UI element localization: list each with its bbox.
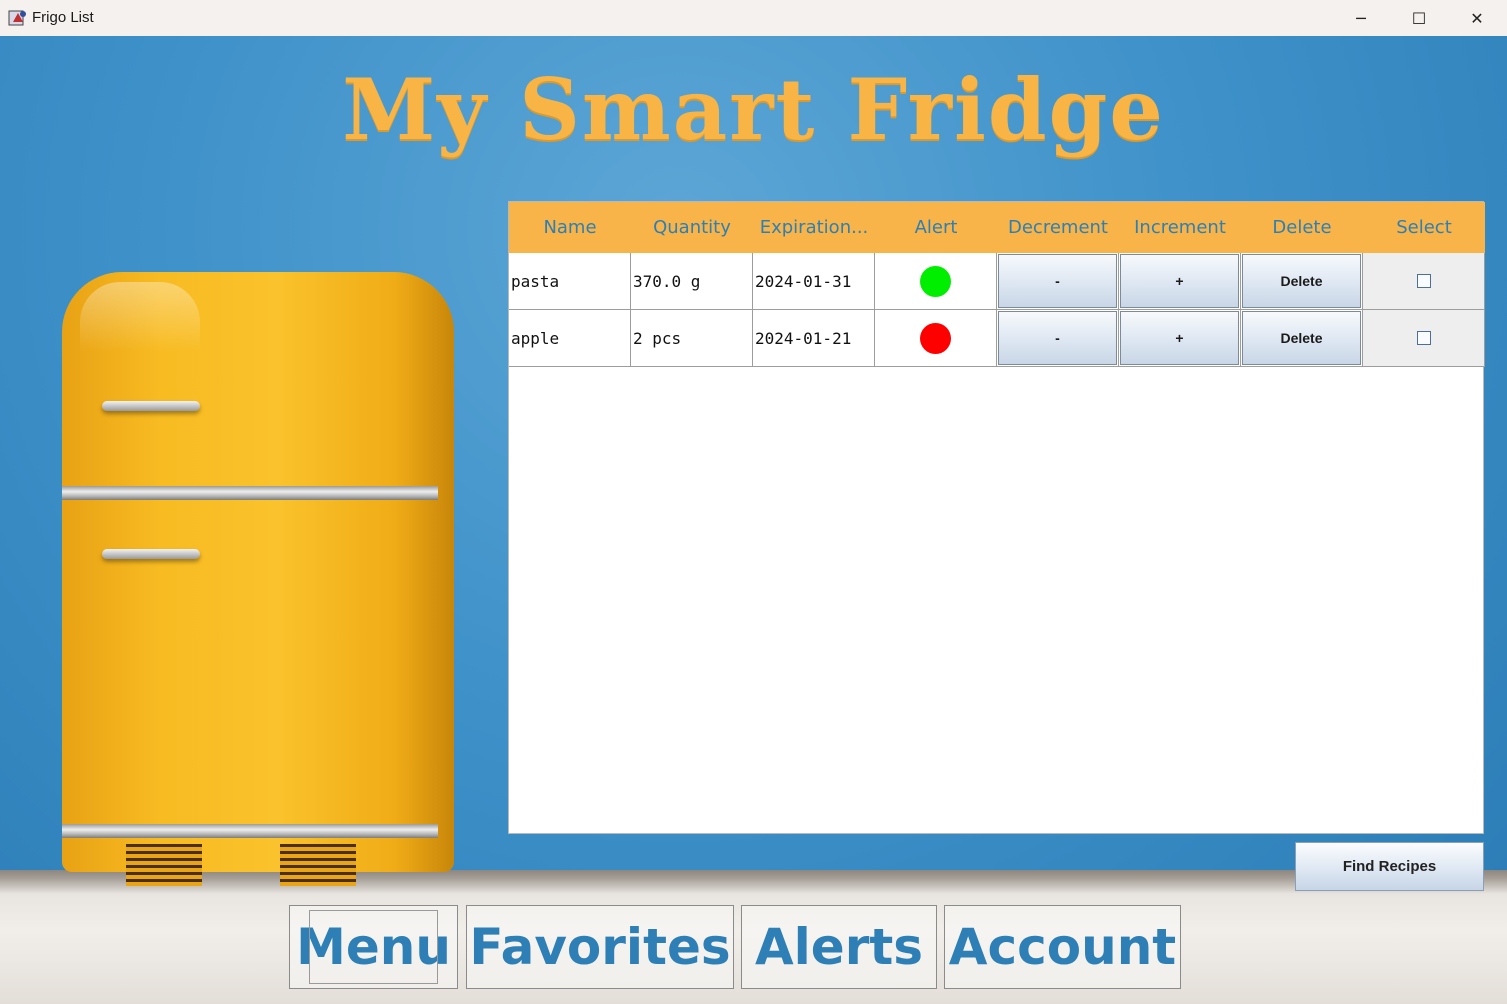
- column-header-decrement[interactable]: Decrement: [997, 202, 1119, 253]
- select-checkbox[interactable]: [1416, 274, 1431, 288]
- minimize-button[interactable]: ─: [1332, 0, 1390, 36]
- fridge-grille-left: [126, 844, 202, 886]
- item-quantity-cell[interactable]: 370.0 g: [631, 253, 753, 309]
- decrement-cell: -: [997, 253, 1119, 309]
- window-title-bar: Frigo List ─ ☐ ✕: [0, 0, 1507, 37]
- maximize-icon: ☐: [1411, 8, 1427, 28]
- column-header-name[interactable]: Name: [509, 202, 631, 253]
- alert-status-icon: [920, 322, 951, 354]
- find-recipes-button[interactable]: Find Recipes: [1295, 842, 1484, 891]
- fridge-grille-right: [280, 844, 356, 886]
- close-button[interactable]: ✕: [1448, 0, 1506, 36]
- fridge-top-handle: [102, 401, 200, 411]
- fridge-body: [62, 272, 454, 872]
- alert-status-icon: [920, 265, 951, 297]
- nav-favorites-label: Favorites: [469, 918, 731, 976]
- item-quantity-cell[interactable]: 2 pcs: [631, 310, 753, 366]
- decrement-cell: -: [997, 310, 1119, 366]
- increment-button[interactable]: +: [1120, 254, 1239, 308]
- select-checkbox[interactable]: [1416, 331, 1431, 345]
- decrement-button[interactable]: -: [998, 311, 1117, 365]
- select-cell: [1363, 253, 1485, 309]
- increment-button[interactable]: +: [1120, 311, 1239, 365]
- fridge-bottom-strip: [62, 824, 438, 838]
- nav-account-button[interactable]: Account: [944, 905, 1181, 989]
- item-alert-cell: [875, 253, 997, 309]
- fridge-illustration: [62, 272, 454, 890]
- nav-favorites-button[interactable]: Favorites: [466, 905, 734, 989]
- table-row: apple 2 pcs 2024-01-21 - + Delete: [509, 310, 1485, 367]
- column-header-alert[interactable]: Alert: [875, 202, 997, 253]
- delete-cell: Delete: [1241, 310, 1363, 366]
- nav-alerts-button[interactable]: Alerts: [741, 905, 937, 989]
- item-expiration-cell[interactable]: 2024-01-31: [753, 253, 875, 309]
- window-title: Frigo List: [32, 9, 94, 26]
- column-header-delete[interactable]: Delete: [1241, 202, 1363, 253]
- table-header: Name Quantity Expiration... Alert Decrem…: [509, 202, 1485, 253]
- delete-button[interactable]: Delete: [1242, 254, 1361, 308]
- minimize-icon: ─: [1356, 8, 1366, 28]
- app-heading: My Smart Fridge: [342, 60, 1165, 159]
- nav-alerts-label: Alerts: [754, 918, 924, 976]
- column-header-expiration[interactable]: Expiration...: [753, 202, 875, 253]
- decrement-button[interactable]: -: [998, 254, 1117, 308]
- inventory-table: Name Quantity Expiration... Alert Decrem…: [508, 201, 1485, 834]
- item-expiration-cell[interactable]: 2024-01-21: [753, 310, 875, 366]
- increment-cell: +: [1119, 253, 1241, 309]
- column-header-quantity[interactable]: Quantity: [631, 202, 753, 253]
- increment-cell: +: [1119, 310, 1241, 366]
- table-row: pasta 370.0 g 2024-01-31 - + Delete: [509, 253, 1485, 310]
- focus-ring: [309, 910, 438, 984]
- nav-account-label: Account: [948, 918, 1177, 976]
- fridge-bottom-handle: [102, 549, 200, 559]
- column-header-increment[interactable]: Increment: [1119, 202, 1241, 253]
- close-icon: ✕: [1470, 8, 1484, 28]
- fridge-divider-strip: [62, 486, 438, 500]
- select-cell: [1363, 310, 1485, 366]
- delete-cell: Delete: [1241, 253, 1363, 309]
- item-name-cell[interactable]: pasta: [509, 253, 631, 309]
- nav-menu-button[interactable]: Menu: [289, 905, 458, 989]
- item-alert-cell: [875, 310, 997, 366]
- maximize-button[interactable]: ☐: [1390, 0, 1448, 36]
- column-header-select[interactable]: Select: [1363, 202, 1485, 253]
- app-icon: [8, 10, 26, 26]
- item-name-cell[interactable]: apple: [509, 310, 631, 366]
- fridge-shine: [80, 282, 200, 352]
- delete-button[interactable]: Delete: [1242, 311, 1361, 365]
